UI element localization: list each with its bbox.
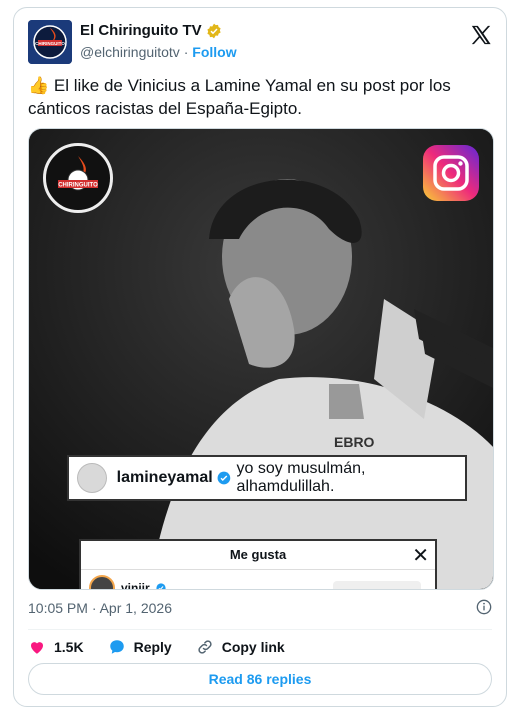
close-icon: ✕ [412,545,429,567]
liker-follow-button [333,581,421,589]
info-icon[interactable] [476,599,492,615]
display-name[interactable]: El Chiringuito TV [80,22,202,39]
comment-avatar [77,463,107,493]
liker-avatar [89,575,115,589]
likes-panel-title: Me gusta [229,547,287,562]
follow-button[interactable]: Follow [192,44,236,60]
reply-label: Reply [133,639,172,655]
display-name-row: El Chiringuito TV [80,22,222,39]
read-replies-button[interactable]: Read 86 replies [28,663,492,695]
liker-username: viniir [121,581,150,590]
reply-button[interactable]: Reply [108,638,172,656]
liker-row: viniir [89,575,166,590]
like-button[interactable]: 1.5K [28,638,84,656]
tweet-header: CHIRINGUITO El Chiringuito TV @elchiring… [28,20,492,64]
verified-badge-icon [207,23,221,38]
likes-divider [81,569,435,570]
account-handle[interactable]: @elchiringuitotv [80,44,180,60]
avatar-logo-text: CHIRINGUITO [35,41,65,46]
tweet-card: CHIRINGUITO El Chiringuito TV @elchiring… [13,7,507,707]
comment-text: yo soy musulmán, alhamdulillah. [236,460,366,495]
x-logo-icon[interactable] [470,24,492,46]
tweet-timestamp[interactable]: 10:05 PM · Apr 1, 2026 [28,600,172,616]
like-count: 1.5K [54,639,84,655]
chiringuito-watermark-logo: CHIRINGUITO [43,143,113,213]
handle-row: @elchiringuitotv · Follow [80,44,237,60]
action-bar: 1.5K Reply Copy link [28,636,309,658]
tweet-media-image[interactable]: EBRO CHIRINGUITO lamineyamal yo soy musu… [28,128,494,590]
likes-panel: Me gusta ✕ viniir [79,539,437,590]
comment-verified-icon [217,471,230,485]
comment-username: lamineyamal [116,469,213,486]
link-icon [198,640,212,654]
liker-verified-icon [156,583,166,589]
heart-icon [31,642,43,654]
thumbs-up-emoji: 👍 [28,76,50,95]
reply-bubble-icon [109,640,124,654]
watermark-logo-text: CHIRINGUITO [58,183,98,189]
instagram-logo-icon [423,145,479,201]
copy-link-label: Copy link [221,639,285,655]
actions-divider [28,629,492,630]
chiringuito-logo-icon: CHIRINGUITO [28,20,72,64]
svg-text:EBRO: EBRO [334,434,375,450]
chiringuito-flame-icon: CHIRINGUITO [58,156,98,191]
instagram-comment: lamineyamal yo soy musulmán, alhamdulill… [67,455,467,501]
tweet-body: El like de Vinicius a Lamine Yamal en su… [28,76,451,118]
tweet-text: 👍 El like de Vinicius a Lamine Yamal en … [28,74,494,120]
copy-link-button[interactable]: Copy link [196,638,285,656]
account-avatar[interactable]: CHIRINGUITO [28,20,72,64]
handle-separator: · [183,44,189,60]
